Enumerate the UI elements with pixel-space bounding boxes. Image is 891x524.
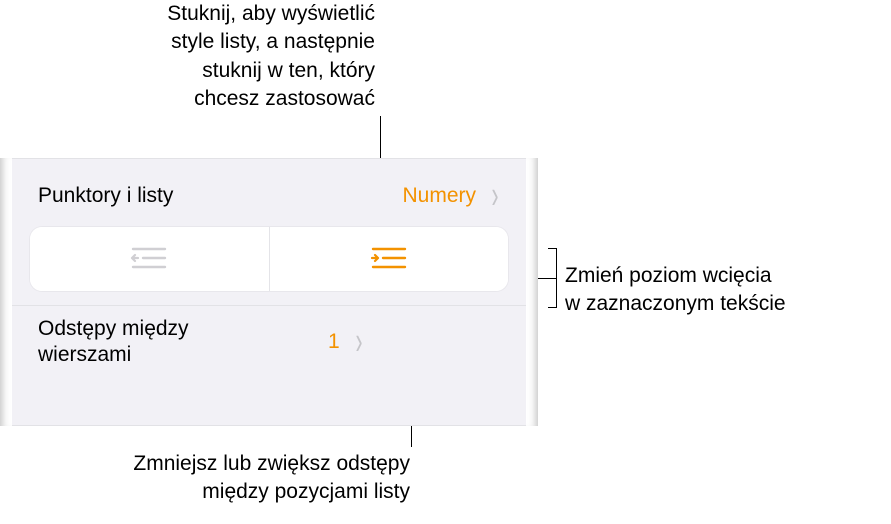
bullets-and-lists-label: Punktory i listy	[38, 184, 402, 208]
indent-button[interactable]	[270, 227, 509, 291]
callout-list-style: Stuknij, aby wyświetlić style listy, a n…	[65, 0, 375, 113]
callout-line-spacing: Zmniejsz lub zwiększ odstępy między pozy…	[60, 450, 410, 507]
panel-shadow	[526, 158, 538, 426]
chevron-right-icon: ›	[355, 323, 362, 362]
leader-bracket	[548, 307, 556, 308]
leader-bracket	[556, 248, 557, 308]
indent-icon	[367, 244, 411, 275]
format-panel: Punktory i listy Numery ›	[0, 158, 538, 426]
bullets-and-lists-row[interactable]: Punktory i listy Numery ›	[12, 169, 526, 223]
panel-shadow	[0, 158, 12, 426]
chevron-right-icon: ›	[492, 177, 499, 216]
leader-line	[536, 278, 556, 279]
outdent-button[interactable]	[30, 227, 269, 291]
leader-bracket	[548, 248, 556, 249]
bullets-and-lists-value: Numery	[402, 184, 476, 208]
line-spacing-label: Odstępy między wierszami	[38, 316, 328, 369]
indent-segmented-control	[12, 223, 526, 305]
outdent-icon	[127, 244, 171, 275]
callout-indent: Zmień poziom wcięcia w zaznaczonym tekśc…	[565, 262, 890, 319]
line-spacing-row[interactable]: Odstępy między wierszami 1 ›	[12, 305, 526, 379]
line-spacing-value: 1	[328, 330, 340, 354]
